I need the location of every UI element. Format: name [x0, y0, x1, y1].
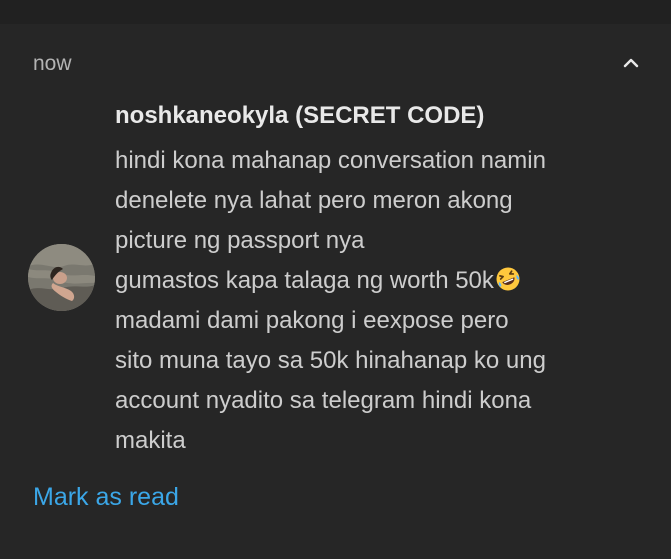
- notification-card: now noshkaneokyla (SECRET CODE) hindi ko…: [0, 0, 671, 559]
- sender-name: noshkaneokyla (SECRET CODE): [115, 102, 485, 129]
- notification-message: hindi kona mahanap conversation namin de…: [115, 141, 655, 461]
- message-line: makita: [115, 427, 186, 454]
- top-divider: [0, 0, 671, 24]
- notification-time: now: [33, 52, 72, 75]
- chevron-up-icon[interactable]: [621, 53, 641, 73]
- message-line: picture ng passport nya: [115, 227, 365, 254]
- mark-as-read-button[interactable]: Mark as read: [33, 483, 179, 512]
- message-line: sito muna tayo sa 50k hinahanap ko ung: [115, 347, 546, 374]
- message-line: madami dami pakong i eexpose pero: [115, 307, 509, 334]
- laughing-emoji-icon: [495, 265, 521, 291]
- message-line: account nyadito sa telegram hindi kona: [115, 387, 532, 414]
- message-line-with-emoji: gumastos kapa talaga ng worth 50k: [115, 261, 655, 301]
- message-line: gumastos kapa talaga ng worth 50k: [115, 267, 494, 294]
- message-line: hindi kona mahanap conversation namin: [115, 147, 546, 174]
- message-line: denelete nya lahat pero meron akong: [115, 187, 513, 214]
- avatar: [28, 244, 95, 311]
